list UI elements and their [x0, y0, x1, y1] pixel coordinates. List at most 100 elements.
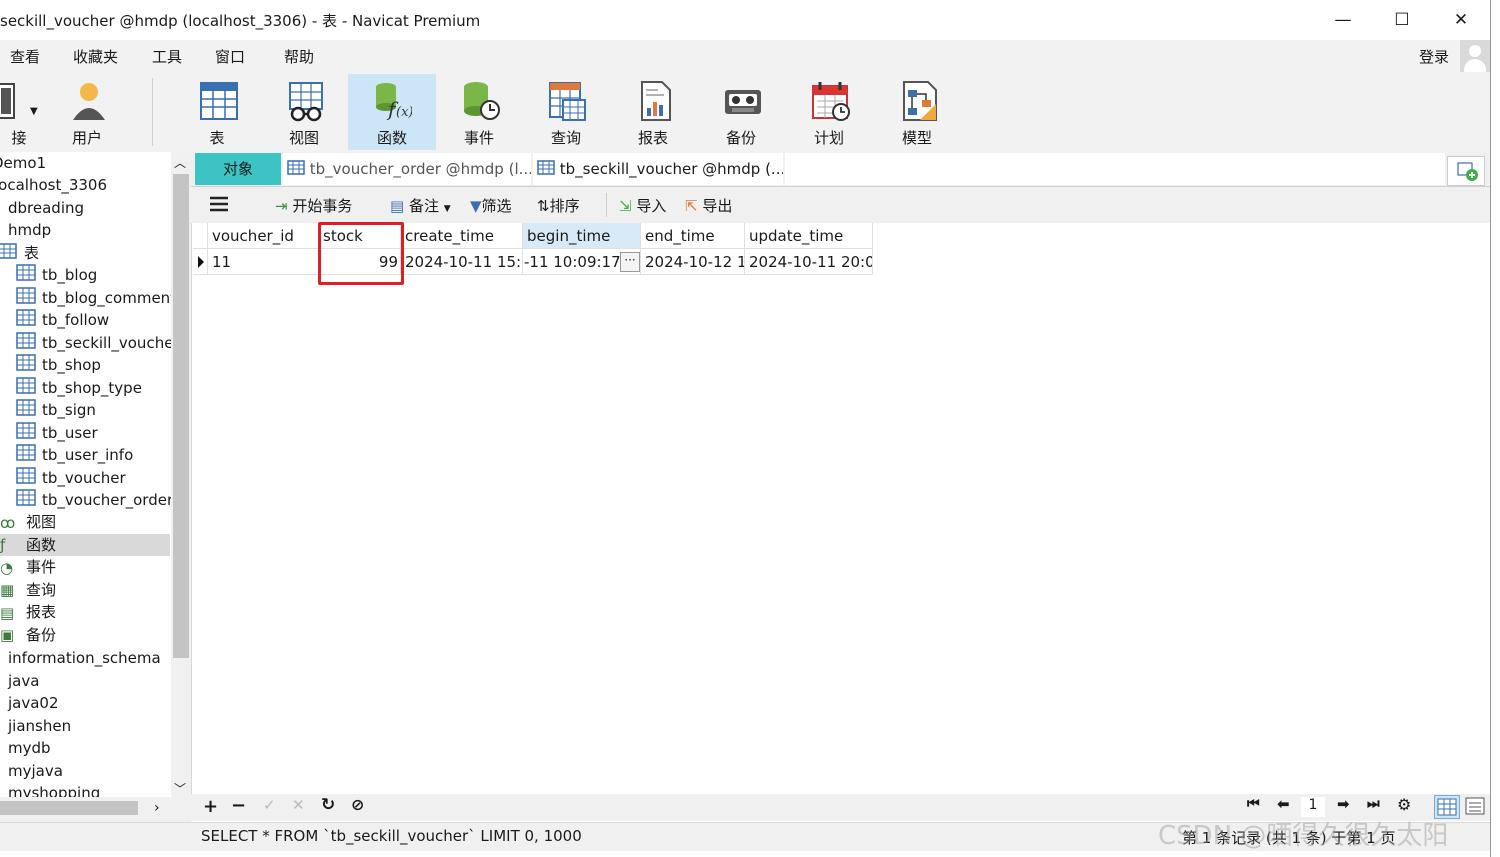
menu-window[interactable]: 窗口: [215, 46, 245, 67]
tree-item-database[interactable]: java: [8, 670, 39, 692]
apply-icon[interactable]: ✓: [263, 796, 276, 814]
tree-item-table[interactable]: tb_voucher: [16, 466, 126, 489]
table-cell[interactable]: 2024-10-11 20:0: [745, 249, 873, 275]
tree-item-group[interactable]: ▣ 备份: [0, 624, 56, 646]
maximize-button[interactable]: ☐: [1387, 8, 1417, 32]
toolbar-view-button[interactable]: 视图: [261, 74, 347, 150]
sql-statement: SELECT * FROM `tb_seckill_voucher` LIMIT…: [201, 827, 582, 845]
toolbar-user-button[interactable]: 用户: [44, 74, 130, 150]
settings-icon[interactable]: ⚙: [1397, 795, 1411, 814]
column-header[interactable]: voucher_id: [208, 223, 319, 249]
tree-item-table[interactable]: tb_sign: [16, 399, 96, 421]
import-button[interactable]: ⇲ 导入: [619, 195, 666, 216]
scrollbar-thumb[interactable]: [0, 801, 138, 815]
toolbar-query-button[interactable]: 查询: [523, 74, 609, 150]
column-header[interactable]: create_time: [401, 223, 523, 249]
chevron-up-icon[interactable]: ︿: [174, 154, 186, 171]
tree-item-connection[interactable]: localhost_3306: [0, 174, 107, 196]
toolbar-event-button[interactable]: 事件: [436, 74, 522, 150]
tab-objects[interactable]: 对象: [195, 153, 281, 185]
discard-icon[interactable]: ✕: [292, 796, 305, 814]
tree-item-group[interactable]: ▤ 报表: [0, 601, 56, 623]
tree-item-database[interactable]: myshopping: [8, 782, 100, 797]
tree-item-database[interactable]: dbreading: [8, 197, 84, 219]
tree-item-database[interactable]: jianshen: [8, 715, 71, 737]
sidebar-horizontal-scrollbar[interactable]: ›: [0, 797, 191, 822]
menu-help[interactable]: 帮助: [284, 46, 314, 67]
delete-record-icon[interactable]: −: [231, 795, 246, 816]
sort-button[interactable]: ⇅排序: [537, 195, 580, 216]
tree-item-group[interactable]: ▦ 查询: [0, 579, 56, 601]
new-tab-button[interactable]: [1447, 156, 1485, 186]
menu-view[interactable]: 查看: [10, 46, 40, 67]
tree-item-table[interactable]: tb_shop_type: [16, 376, 142, 399]
tree-item-connection[interactable]: Demo1: [0, 152, 46, 174]
chevron-down-icon[interactable]: ﹀: [174, 780, 186, 797]
tree-item-tables[interactable]: 表: [0, 242, 39, 264]
tree-item-table[interactable]: tb_voucher_order: [16, 489, 173, 511]
chevron-down-icon[interactable]: ▼: [30, 106, 38, 117]
toolbar-schedule-button[interactable]: 计划: [786, 74, 872, 150]
export-button[interactable]: ⇱ 导出: [685, 195, 732, 216]
begin-transaction-button[interactable]: ⇥ 开始事务: [275, 195, 352, 216]
refresh-icon[interactable]: ↻: [321, 795, 335, 815]
last-page-icon[interactable]: ⏭: [1367, 796, 1380, 812]
table-cell[interactable]: 2024-10-11 15:1: [401, 249, 523, 275]
tree-item-table[interactable]: tb_user: [16, 421, 98, 444]
column-header[interactable]: begin_time: [523, 223, 641, 249]
avatar[interactable]: [1460, 40, 1490, 72]
tree-item-database[interactable]: java02: [8, 692, 59, 714]
minimize-button[interactable]: —: [1328, 8, 1358, 32]
row-indicator[interactable]: [193, 249, 208, 275]
table-icon: [16, 286, 36, 310]
filter-icon: ▼: [470, 197, 482, 215]
column-header[interactable]: update_time: [745, 223, 873, 249]
toolbar-model-button[interactable]: 模型: [874, 74, 960, 150]
tree-item-table[interactable]: tb_seckill_voucher: [16, 331, 180, 354]
page-number-input[interactable]: 1: [1301, 797, 1325, 817]
tree-item-group[interactable]: ◔ 事件: [0, 556, 56, 578]
tree-item-database[interactable]: mydb: [8, 737, 51, 759]
menu-favorites[interactable]: 收藏夹: [73, 46, 118, 67]
sort-icon: ⇅: [537, 197, 550, 215]
first-page-icon[interactable]: ⏮: [1247, 796, 1260, 812]
menu-tools[interactable]: 工具: [152, 46, 182, 67]
sidebar-vertical-scrollbar[interactable]: ︿ ﹀: [171, 152, 191, 797]
tree-item-table[interactable]: tb_shop: [16, 354, 101, 376]
tree-item-table[interactable]: tb_blog: [16, 264, 97, 286]
tree-item-table[interactable]: tb_blog_comments: [16, 286, 184, 310]
tree-item-table[interactable]: tb_follow: [16, 309, 109, 331]
add-record-icon[interactable]: +: [203, 796, 218, 817]
tree-item-table[interactable]: tb_user_info: [16, 444, 133, 466]
chevron-right-icon[interactable]: ›: [154, 800, 160, 816]
ellipsis-button[interactable]: ···: [620, 252, 640, 272]
close-button[interactable]: ✕: [1446, 8, 1476, 32]
table-cell-editing[interactable]: -11 10:09:17 ···: [523, 249, 641, 275]
toolbar-backup-button[interactable]: 备份: [698, 74, 784, 150]
toolbar-table-button[interactable]: 表: [174, 74, 260, 150]
backup-icon: ▣: [0, 626, 15, 644]
tree-item-database[interactable]: myjava: [8, 760, 63, 782]
menu-icon[interactable]: [209, 195, 229, 217]
import-icon: ⇲: [619, 197, 632, 215]
column-header[interactable]: end_time: [641, 223, 745, 249]
table-cell[interactable]: 11: [208, 249, 319, 275]
note-button[interactable]: ▤ 备注 ▼: [390, 195, 451, 216]
tab-seckill-voucher[interactable]: tb_seckill_voucher @hmdp (...: [533, 153, 783, 185]
table-cell[interactable]: 2024-10-12 1:: [641, 249, 745, 275]
toolbar-report-button[interactable]: 报表: [610, 74, 696, 150]
form-view-icon[interactable]: [1463, 795, 1489, 819]
current-row-icon: [198, 256, 204, 268]
tab-voucher-order[interactable]: tb_voucher_order @hmdp (l...: [283, 153, 531, 185]
previous-page-icon[interactable]: ⬅: [1277, 795, 1290, 813]
tree-item-database[interactable]: information_schema: [8, 647, 161, 669]
tree-item-group[interactable]: ƒ 函数: [0, 533, 170, 556]
tree-item-database[interactable]: hmdp: [8, 219, 51, 241]
login-link[interactable]: 登录: [1419, 46, 1449, 67]
next-page-icon[interactable]: ➡: [1337, 795, 1350, 813]
tree-item-group[interactable]: ꝏ 视图: [0, 511, 56, 533]
scrollbar-thumb[interactable]: [173, 174, 189, 658]
stop-icon[interactable]: ⊘: [351, 795, 364, 814]
filter-button[interactable]: ▼筛选: [470, 195, 512, 216]
toolbar-function-button[interactable]: f (x) 函数: [348, 74, 436, 150]
